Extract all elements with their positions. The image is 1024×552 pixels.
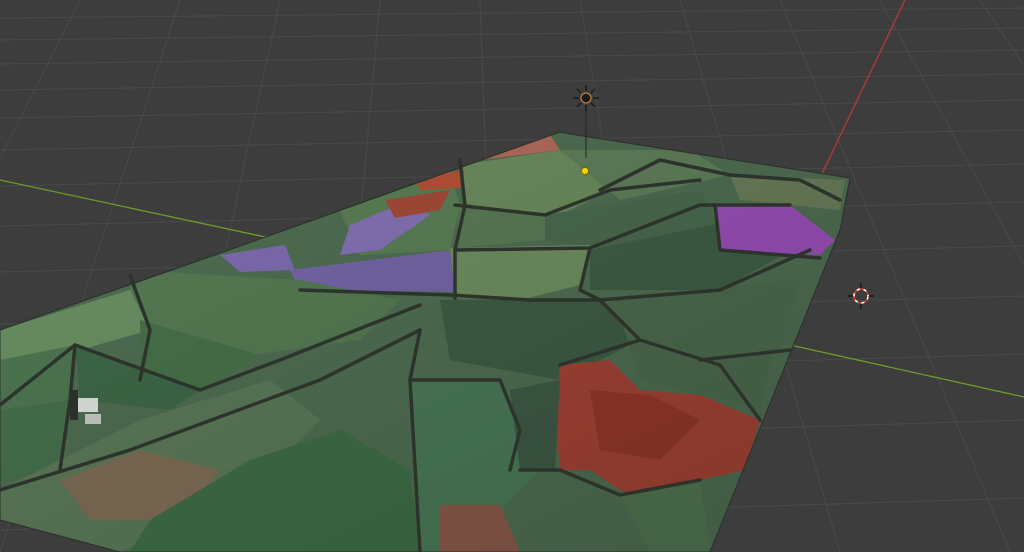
origin-dot[interactable] bbox=[581, 167, 589, 175]
target-icon[interactable] bbox=[848, 283, 874, 309]
y-axis-line bbox=[0, 179, 271, 239]
3d-viewport[interactable] bbox=[0, 0, 1024, 552]
viewport-canvas bbox=[0, 0, 1024, 552]
terrain-mesh[interactable] bbox=[0, 131, 851, 552]
x-axis-line bbox=[819, 0, 906, 179]
y-axis-line-2 bbox=[789, 344, 1024, 398]
